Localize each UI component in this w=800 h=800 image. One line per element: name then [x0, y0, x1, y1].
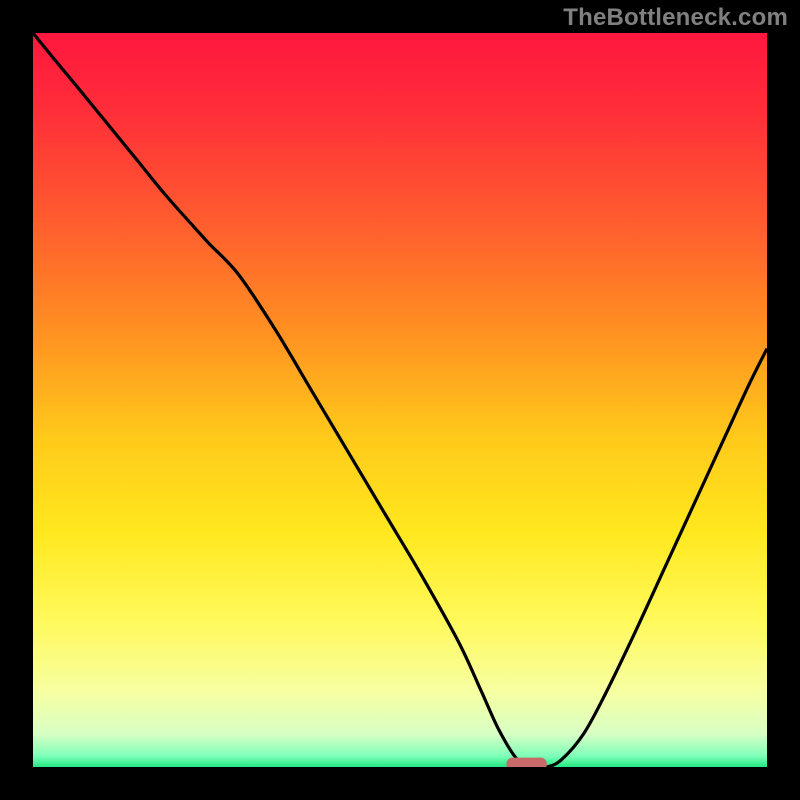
chart-frame: { "watermark": "TheBottleneck.com", "cha…: [0, 0, 800, 800]
min-marker: [506, 758, 546, 771]
bottleneck-chart: [0, 0, 800, 800]
watermark-label: TheBottleneck.com: [563, 4, 788, 32]
plot-background: [33, 33, 767, 767]
